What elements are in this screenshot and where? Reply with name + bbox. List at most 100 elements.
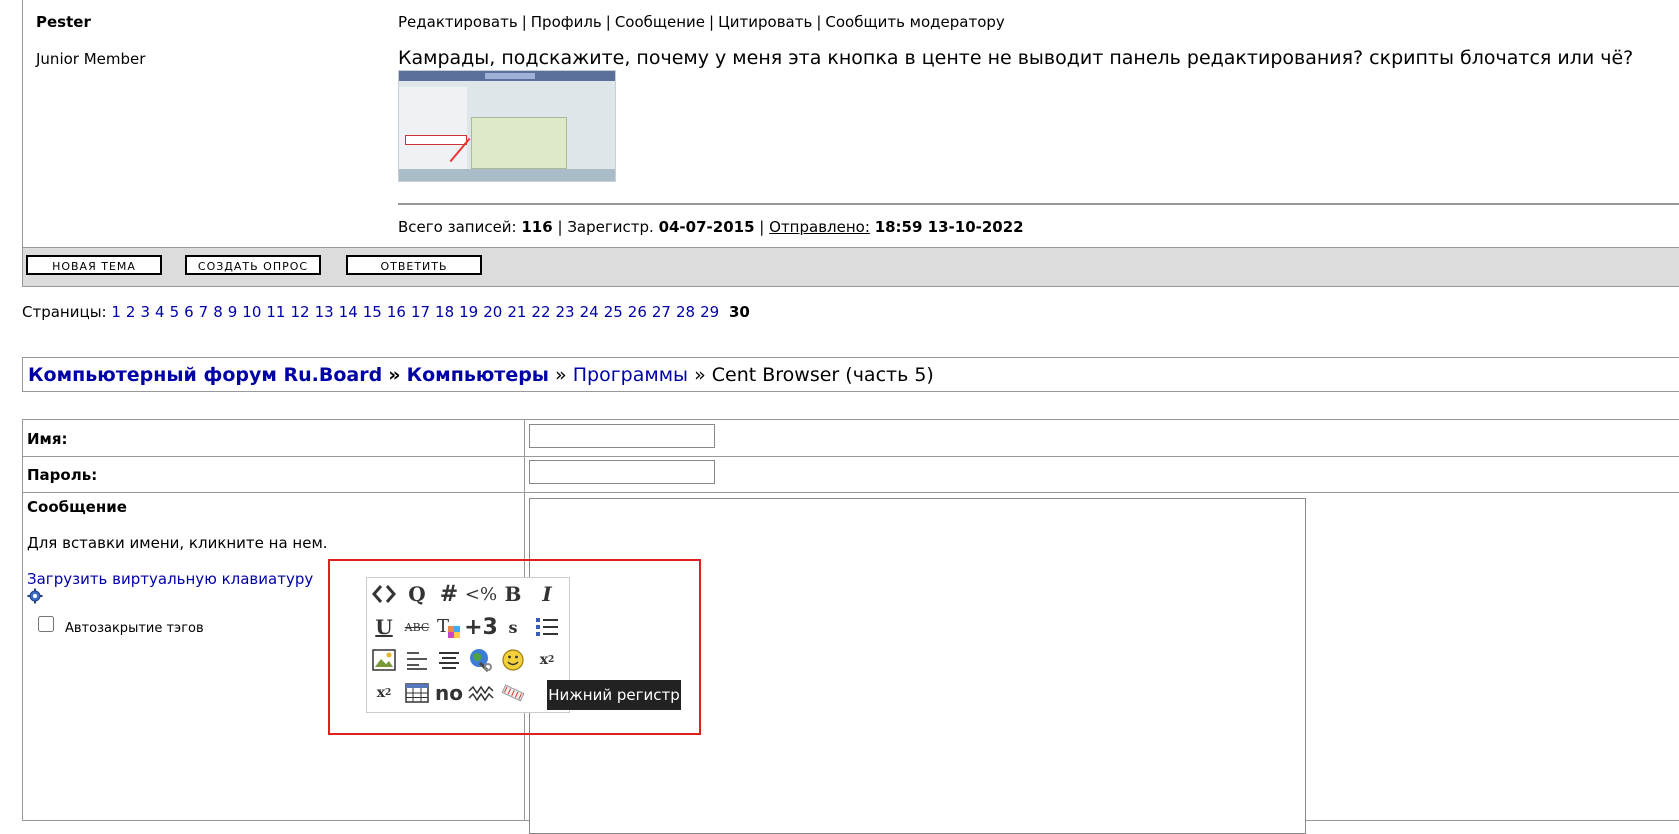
page-link[interactable]: 29 xyxy=(700,303,719,321)
page-link[interactable]: 2 xyxy=(126,303,136,321)
report-moderator-link[interactable]: Сообщить модератору xyxy=(825,13,1004,31)
breadcrumb-sep: » xyxy=(555,364,567,386)
separator: | xyxy=(605,13,611,31)
hash-icon[interactable]: # xyxy=(434,579,464,609)
align-left-icon[interactable] xyxy=(402,645,432,675)
page-link[interactable]: 19 xyxy=(459,303,478,321)
page-link[interactable]: 27 xyxy=(652,303,671,321)
password-label: Пароль: xyxy=(27,466,98,484)
message-link[interactable]: Сообщение xyxy=(615,13,705,31)
subscript-icon[interactable]: x2 xyxy=(532,645,562,675)
password-input[interactable] xyxy=(529,460,715,484)
breadcrumb-forum[interactable]: Компьютерный форум Ru.Board xyxy=(28,364,382,386)
size-plus-icon[interactable]: +3 xyxy=(464,612,498,642)
code-icon[interactable] xyxy=(369,579,399,609)
breadcrumb-section[interactable]: Компьютеры xyxy=(407,364,549,386)
page-link[interactable]: 18 xyxy=(435,303,454,321)
sent-datetime: 18:59 13-10-2022 xyxy=(874,218,1024,236)
list-icon[interactable] xyxy=(532,612,562,642)
breadcrumb-subsection[interactable]: Программы xyxy=(573,364,688,386)
formatting-toolbar: Q # <% B I U ABC T +3 s x2 x2 no xyxy=(366,577,570,713)
page-link[interactable]: 24 xyxy=(580,303,599,321)
virtual-keyboard-link[interactable]: Загрузить виртуальную клавиатуру xyxy=(27,570,313,588)
page-link[interactable]: 25 xyxy=(604,303,623,321)
page-link[interactable]: 9 xyxy=(228,303,238,321)
autoclose-tags-checkbox[interactable] xyxy=(38,616,54,632)
superscript-icon[interactable]: x2 xyxy=(369,678,399,708)
breadcrumb-topic: Cent Browser (часть 5) xyxy=(711,364,934,386)
post-container xyxy=(22,0,1679,247)
separator: | xyxy=(709,13,715,31)
noparse-icon[interactable]: no xyxy=(434,678,464,708)
name-input[interactable] xyxy=(529,424,715,448)
page-link[interactable]: 15 xyxy=(363,303,382,321)
edit-link[interactable]: Редактировать xyxy=(398,13,518,31)
table-icon[interactable] xyxy=(402,678,432,708)
page-link[interactable]: 10 xyxy=(242,303,261,321)
strikethrough-abc-icon[interactable]: ABC xyxy=(402,612,432,642)
name-label: Имя: xyxy=(27,430,68,448)
page-link[interactable]: 14 xyxy=(339,303,358,321)
align-center-icon[interactable] xyxy=(434,645,464,675)
less-percent-icon[interactable]: <% xyxy=(465,579,497,609)
pagination: Страницы: 1 2 3 4 5 6 7 8 9 10 11 12 13 14 15 16 17 18 19 2… xyxy=(22,303,750,321)
page-link[interactable]: 7 xyxy=(199,303,209,321)
new-topic-button[interactable]: НОВАЯ ТЕМА xyxy=(26,255,162,275)
page-link[interactable]: 21 xyxy=(507,303,526,321)
post-author[interactable]: Pester xyxy=(36,13,91,31)
post-text: Камрады, подскажите, почему у меня эта к… xyxy=(398,47,1634,69)
page-link[interactable]: 12 xyxy=(290,303,309,321)
lowercase-icon[interactable] xyxy=(498,678,528,708)
page-link[interactable]: 13 xyxy=(315,303,334,321)
post-stats: Всего записей: 116 | Зарегистр. 04-07-20… xyxy=(398,218,1024,236)
breadcrumb: Компьютерный форум Ru.Board » Компьютеры… xyxy=(22,357,1679,392)
pages-label: Страницы: xyxy=(22,303,107,321)
quote-icon[interactable]: Q xyxy=(402,579,432,609)
post-actions: Редактировать | Профиль | Сообщение | Цитирова… xyxy=(398,13,1005,31)
page-link[interactable]: 4 xyxy=(155,303,165,321)
signature-divider xyxy=(398,203,1679,205)
autoclose-tags-label: Автозакрытие тэгов xyxy=(65,621,204,636)
message-label: Сообщение xyxy=(27,498,127,516)
page-link[interactable]: 8 xyxy=(213,303,223,321)
lowercase-tooltip: Нижний регистр xyxy=(547,680,681,710)
bold-icon[interactable]: B xyxy=(498,579,528,609)
page-link[interactable]: 11 xyxy=(266,303,285,321)
separator: | xyxy=(816,13,822,31)
post-screenshot-thumbnail[interactable] xyxy=(398,70,616,182)
reg-date: 04-07-2015 xyxy=(658,218,755,236)
new-poll-button[interactable]: СОЗДАТЬ ОПРОС xyxy=(185,255,321,275)
globe-link-icon[interactable] xyxy=(466,645,496,675)
page-link[interactable]: 3 xyxy=(140,303,150,321)
quote-link[interactable]: Цитировать xyxy=(718,13,812,31)
page-link[interactable]: 5 xyxy=(170,303,180,321)
action-button-bar: НОВАЯ ТЕМА СОЗДАТЬ ОПРОС ОТВЕТИТЬ xyxy=(22,247,1679,287)
image-icon[interactable] xyxy=(369,645,399,675)
posts-count: 116 xyxy=(521,218,553,236)
reply-button[interactable]: ОТВЕТИТЬ xyxy=(346,255,482,275)
page-link[interactable]: 26 xyxy=(628,303,647,321)
underline-icon[interactable]: U xyxy=(369,612,399,642)
sent-label[interactable]: Отправлено: xyxy=(769,218,870,236)
breadcrumb-sep: » xyxy=(694,364,706,386)
page-link[interactable]: 17 xyxy=(411,303,430,321)
profile-link[interactable]: Профиль xyxy=(531,13,602,31)
author-rank: Junior Member xyxy=(36,50,146,68)
page-link[interactable]: 20 xyxy=(483,303,502,321)
breadcrumb-sep: » xyxy=(388,364,401,386)
font-color-icon[interactable]: T xyxy=(434,612,464,642)
page-link[interactable]: 16 xyxy=(387,303,406,321)
page-link[interactable]: 22 xyxy=(531,303,550,321)
smiley-icon[interactable] xyxy=(498,645,528,675)
small-s-icon[interactable]: s xyxy=(498,612,528,642)
page-link[interactable]: 28 xyxy=(676,303,695,321)
page-link[interactable]: 1 xyxy=(111,303,121,321)
reg-label: Зарегистр. xyxy=(567,218,654,236)
page-link[interactable]: 23 xyxy=(556,303,575,321)
gear-icon[interactable] xyxy=(27,588,43,604)
page-link[interactable]: 6 xyxy=(184,303,194,321)
insert-name-hint: Для вставки имени, кликните на нем. xyxy=(27,534,328,552)
reply-form: Имя: Пароль: Сообщение Для вставки имени… xyxy=(22,419,1679,834)
wave-icon[interactable] xyxy=(466,678,496,708)
italic-icon[interactable]: I xyxy=(532,579,562,609)
